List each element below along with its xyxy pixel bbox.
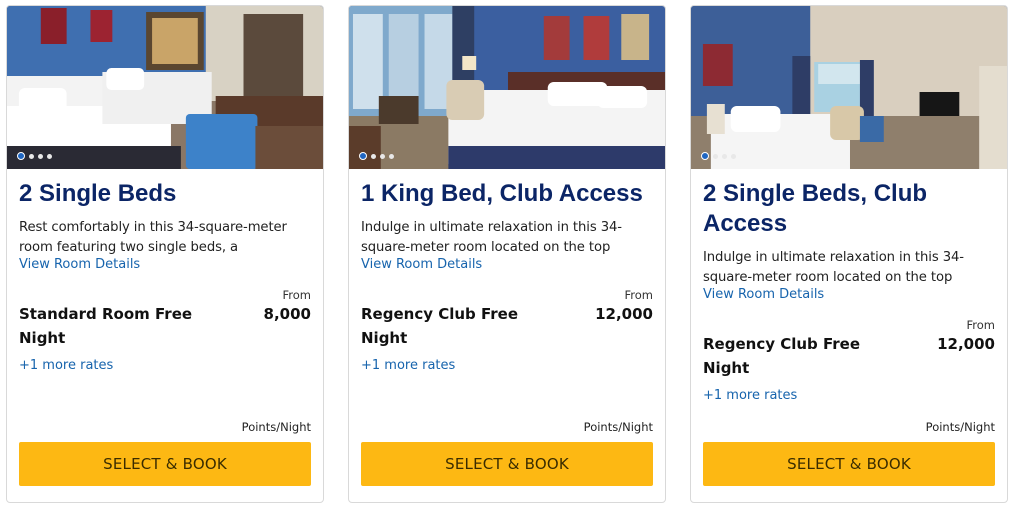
more-rates-link[interactable]: +1 more rates [703,388,797,403]
points-per-night-label: Points/Night [583,420,653,434]
carousel-dot-active[interactable] [359,152,367,160]
rate-name: Standard Room Free Night [19,305,193,347]
room-title: 1 King Bed, Club Access [361,180,643,207]
view-room-details-link[interactable]: View Room Details [703,288,995,302]
points-value: 12,000 [595,305,653,323]
from-label: From [966,318,996,332]
room-title: 2 Single Beds, Club Access [703,180,928,237]
room-card: 1 King Bed, Club Access Indulge in ultim… [348,5,666,503]
points-value: 12,000 [937,335,995,353]
from-label: From [282,288,312,302]
rate-block: From Regency Club Free Night 12,000 +1 m… [361,288,653,384]
room-description: Indulge in ultimate relaxation in this 3… [703,250,964,285]
room-description: Indulge in ultimate relaxation in this 3… [361,220,622,255]
points-per-night-label: Points/Night [925,420,995,434]
room-photo-image [349,6,665,169]
carousel-dot[interactable] [38,153,43,159]
view-room-details-link[interactable]: View Room Details [19,258,311,272]
carousel-dot[interactable] [713,153,718,159]
rate-name: Regency Club Free Night [361,305,519,347]
room-photo[interactable] [349,6,665,169]
points-value: 8,000 [263,305,311,323]
room-description: Rest comfortably in this 34-square-meter… [19,220,287,255]
carousel-dot[interactable] [722,153,727,159]
room-title: 2 Single Beds [19,180,177,207]
more-rates-link[interactable]: +1 more rates [361,358,455,373]
room-photo-image [7,6,323,169]
carousel-dot-active[interactable] [701,152,709,160]
carousel-dot[interactable] [47,153,52,159]
carousel-dots[interactable] [17,152,52,160]
carousel-dots[interactable] [359,152,394,160]
room-photo-image [691,6,1007,169]
carousel-dots[interactable] [701,152,736,160]
carousel-dot[interactable] [371,153,376,159]
rate-name: Regency Club Free Night [703,335,861,377]
room-photo[interactable] [691,6,1007,169]
carousel-dot[interactable] [29,153,34,159]
carousel-dot[interactable] [380,153,385,159]
room-card: 2 Single Beds Rest comfortably in this 3… [6,5,324,503]
rate-block: From Regency Club Free Night 12,000 +1 m… [703,318,995,414]
points-per-night-label: Points/Night [241,420,311,434]
more-rates-link[interactable]: +1 more rates [19,358,113,373]
carousel-dot[interactable] [731,153,736,159]
select-and-book-button[interactable]: SELECT & BOOK [703,442,995,486]
rate-block: From Standard Room Free Night 8,000 +1 m… [19,288,311,384]
room-photo[interactable] [7,6,323,169]
select-and-book-button[interactable]: SELECT & BOOK [361,442,653,486]
from-label: From [624,288,654,302]
carousel-dot-active[interactable] [17,152,25,160]
carousel-dot[interactable] [389,153,394,159]
select-and-book-button[interactable]: SELECT & BOOK [19,442,311,486]
view-room-details-link[interactable]: View Room Details [361,258,653,272]
room-card: 2 Single Beds, Club Access Indulge in ul… [690,5,1008,503]
